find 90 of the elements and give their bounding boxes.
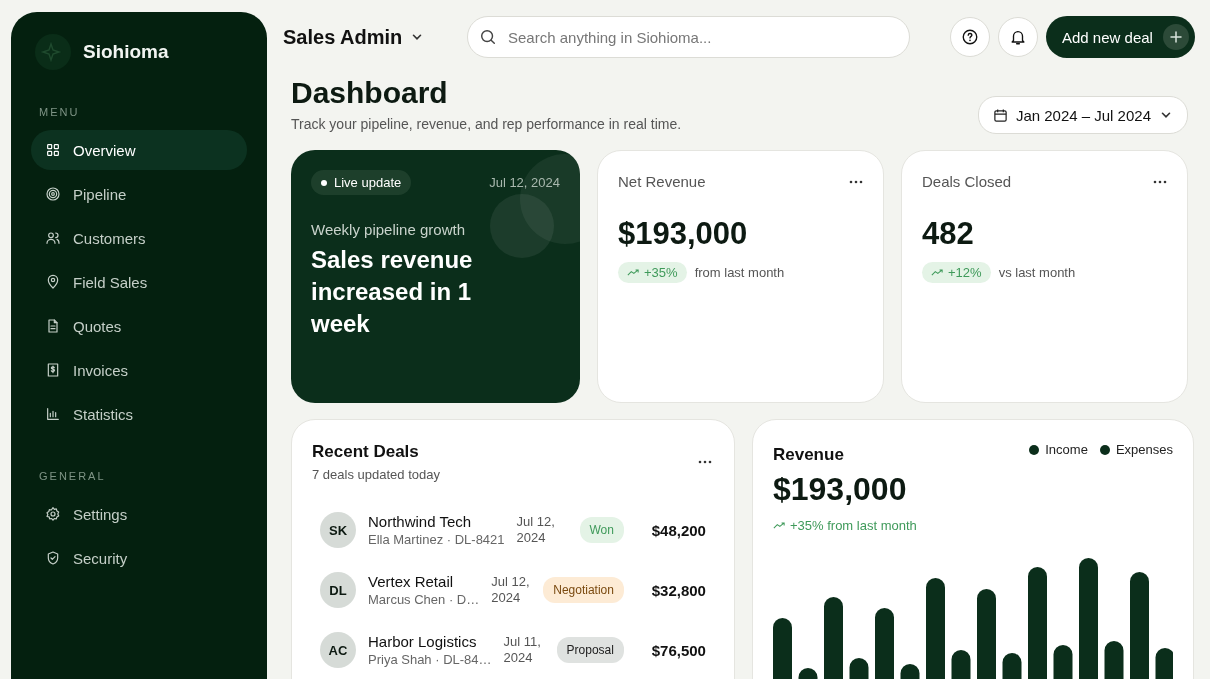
chart-bar: [874, 608, 894, 679]
status-badge: Won: [579, 517, 624, 543]
avatar: SK: [320, 512, 356, 548]
deal-amount: $76,500: [650, 641, 706, 659]
bar-chart-icon: [45, 406, 61, 422]
plus-icon: [1162, 24, 1189, 50]
section-heading: GENERAL: [39, 470, 107, 482]
location-pin-icon: [45, 274, 61, 290]
more-icon[interactable]: [697, 460, 712, 464]
more-icon[interactable]: [1153, 179, 1167, 184]
hero-date: Jul 12, 2024: [489, 175, 560, 190]
section-heading: MENU: [39, 106, 81, 118]
shield-icon: [45, 550, 61, 566]
stat-value: 482: [922, 216, 975, 252]
stat-label: Net Revenue: [618, 173, 706, 190]
hero-headline: Sales revenue increased in 1 week: [311, 245, 474, 339]
chart-bar: [772, 618, 792, 679]
deal-amount: $32,800: [650, 581, 706, 599]
nav-item[interactable]: Invoices: [31, 350, 247, 390]
avatar: AC: [320, 632, 356, 668]
target-icon: [45, 186, 61, 202]
chart-bar: [798, 668, 818, 679]
bell-icon: [1009, 28, 1027, 46]
notifications-button[interactable]: [998, 17, 1038, 57]
legend-label: Income: [1045, 442, 1088, 457]
legend-dot-icon: [1099, 444, 1110, 455]
users-icon: [45, 230, 61, 246]
receipt-icon: [45, 362, 61, 378]
change-badge: +12%: [922, 262, 991, 283]
add-deal-button[interactable]: Add new deal: [1046, 16, 1195, 58]
nav-item[interactable]: Statistics: [31, 394, 247, 434]
card-subtitle: 7 deals updated today: [312, 467, 440, 482]
calendar-icon: [992, 107, 1008, 123]
change-badge: +35%: [618, 262, 687, 283]
trend-up-icon: [931, 269, 943, 276]
stat-label: Deals Closed: [922, 173, 1012, 190]
card-title: Recent Deals: [312, 442, 420, 462]
status-badge: Negotiation: [543, 577, 624, 603]
nav-item[interactable]: Settings: [31, 494, 247, 534]
sparkle-logo-icon: [35, 34, 71, 70]
nav-item[interactable]: Overview: [31, 130, 247, 170]
settings-icon: [45, 506, 61, 522]
change-note: vs last month: [998, 265, 1076, 280]
change-note: from last month: [694, 265, 785, 280]
search-icon: [479, 28, 497, 46]
nav-item[interactable]: Security: [31, 538, 247, 578]
search-field[interactable]: Search anything in Siohioma...: [467, 16, 910, 58]
revenue-value: $193,000: [772, 471, 908, 508]
card-title: Revenue: [772, 445, 844, 465]
deal-amount: $48,200: [650, 521, 706, 539]
avatar: DL: [320, 572, 356, 608]
date-range-picker[interactable]: Jan 2024 – Jul 2024: [977, 96, 1188, 134]
hero-kicker: Weekly pipeline growth: [311, 221, 466, 238]
brand-name: Siohioma: [83, 41, 169, 63]
live-badge: Live update: [311, 170, 412, 195]
more-icon[interactable]: [849, 179, 863, 184]
status-badge: Proposal: [556, 637, 624, 663]
chart-bar: [1002, 653, 1022, 679]
company-name: Vertex Retail: [368, 573, 455, 590]
chart-bar: [951, 650, 971, 679]
deal-date: Jul 12, 2024: [491, 574, 531, 606]
deal-date: Jul 12, 2024: [516, 514, 556, 546]
deal-detail: Marcus Chen · D…: [368, 592, 480, 607]
chart-bar: [1104, 641, 1124, 679]
help-button[interactable]: [950, 17, 990, 57]
stat-value: $193,000: [618, 216, 749, 252]
deal-detail: Priya Shah · DL-84…: [368, 652, 492, 667]
company-name: Harbor Logistics: [368, 633, 478, 650]
chart-bar: [1155, 648, 1173, 679]
workspace-switcher[interactable]: Sales Admin: [283, 25, 425, 49]
nav-item[interactable]: Quotes: [31, 306, 247, 346]
chart-bar: [900, 664, 920, 679]
nav-item[interactable]: Pipeline: [31, 174, 247, 214]
legend-label: Expenses: [1115, 442, 1173, 457]
deal-detail: Ella Martinez · DL-8421: [368, 532, 505, 547]
trend-up-icon: [772, 522, 785, 529]
legend-dot-icon: [1029, 444, 1040, 455]
page-title: Dashboard: [291, 76, 449, 110]
document-icon: [45, 318, 61, 334]
deal-date: Jul 11, 2024: [503, 634, 542, 666]
nav-item[interactable]: Field Sales: [31, 262, 247, 302]
nav-item[interactable]: Customers: [31, 218, 247, 258]
page-subtitle: Track your pipeline, revenue, and rep performance in real time.: [291, 116, 682, 132]
revenue-change: +35% from last month: [789, 518, 917, 533]
chart-bar: [1053, 645, 1073, 679]
chart-bar: [849, 658, 869, 679]
company-name: Northwind Tech: [368, 513, 473, 530]
grid-icon: [45, 142, 61, 158]
trend-up-icon: [627, 269, 639, 276]
help-icon: [961, 28, 979, 46]
